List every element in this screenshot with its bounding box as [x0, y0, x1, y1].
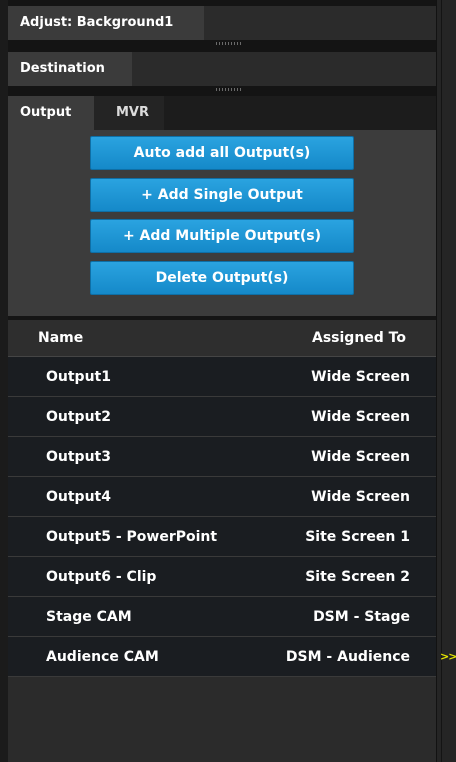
table-row[interactable]: Output1 Wide Screen — [8, 357, 436, 397]
tab-mvr-label: MVR — [116, 105, 150, 120]
table-row[interactable]: Output3 Wide Screen — [8, 437, 436, 477]
grip-handle[interactable] — [216, 88, 242, 91]
assigned-to: Site Screen 2 — [305, 569, 410, 585]
table-row[interactable]: Output5 - PowerPoint Site Screen 1 — [8, 517, 436, 557]
table-row[interactable]: Output4 Wide Screen — [8, 477, 436, 517]
output-name: Output5 - PowerPoint — [46, 529, 218, 545]
grip-handle[interactable] — [216, 42, 242, 45]
auto-add-button[interactable]: Auto add all Output(s) — [90, 136, 354, 170]
expand-chevron-icon[interactable]: >> — [440, 650, 456, 663]
output-name: Output2 — [46, 409, 111, 425]
tab-output[interactable]: Output — [8, 96, 94, 130]
output-name: Output6 - Clip — [46, 569, 157, 585]
table-row[interactable]: Audience CAM DSM - Audience — [8, 637, 436, 677]
output-name: Output1 — [46, 369, 111, 385]
left-frame — [0, 0, 8, 762]
tab-bar: Output MVR — [8, 96, 436, 130]
output-name: Output3 — [46, 449, 111, 465]
assigned-to: DSM - Audience — [285, 649, 410, 665]
assigned-to: Wide Screen — [311, 489, 410, 505]
side-panel-strip — [436, 0, 456, 762]
tab-output-label: Output — [20, 105, 72, 120]
output-name: Output4 — [46, 489, 111, 505]
adjust-collapse-bar[interactable] — [8, 40, 436, 52]
assigned-to: Wide Screen — [311, 449, 410, 465]
table-header: Name Assigned To — [8, 320, 436, 357]
table-row[interactable]: Stage CAM DSM - Stage — [8, 597, 436, 637]
assigned-to: DSM - Stage — [313, 609, 410, 625]
outputs-table: Name Assigned To Output1 Wide Screen Out… — [8, 320, 436, 677]
adjust-header[interactable]: Adjust: Background1 — [8, 6, 204, 40]
add-multiple-outputs-button[interactable]: + Add Multiple Output(s) — [90, 219, 354, 253]
tab-mvr[interactable]: MVR — [94, 96, 164, 130]
destination-header[interactable]: Destination — [8, 52, 132, 86]
add-single-output-button[interactable]: + Add Single Output — [90, 178, 354, 212]
output-name: Stage CAM — [46, 609, 132, 625]
assigned-to-column-header[interactable]: Assigned To — [312, 320, 406, 356]
assigned-to: Wide Screen — [311, 409, 410, 425]
table-row[interactable]: Output6 - Clip Site Screen 2 — [8, 557, 436, 597]
output-name: Audience CAM — [46, 649, 159, 665]
adjust-title: Adjust: Background1 — [20, 15, 174, 30]
divider-line — [441, 0, 442, 762]
delete-outputs-button[interactable]: Delete Output(s) — [90, 261, 354, 295]
destination-collapse-bar[interactable] — [8, 86, 436, 96]
name-column-header[interactable]: Name — [38, 320, 83, 356]
assigned-to: Site Screen 1 — [305, 529, 410, 545]
assigned-to: Wide Screen — [311, 369, 410, 385]
button-area: Auto add all Output(s) + Add Single Outp… — [8, 130, 436, 316]
table-row[interactable]: Output2 Wide Screen — [8, 397, 436, 437]
destination-title: Destination — [20, 61, 105, 76]
